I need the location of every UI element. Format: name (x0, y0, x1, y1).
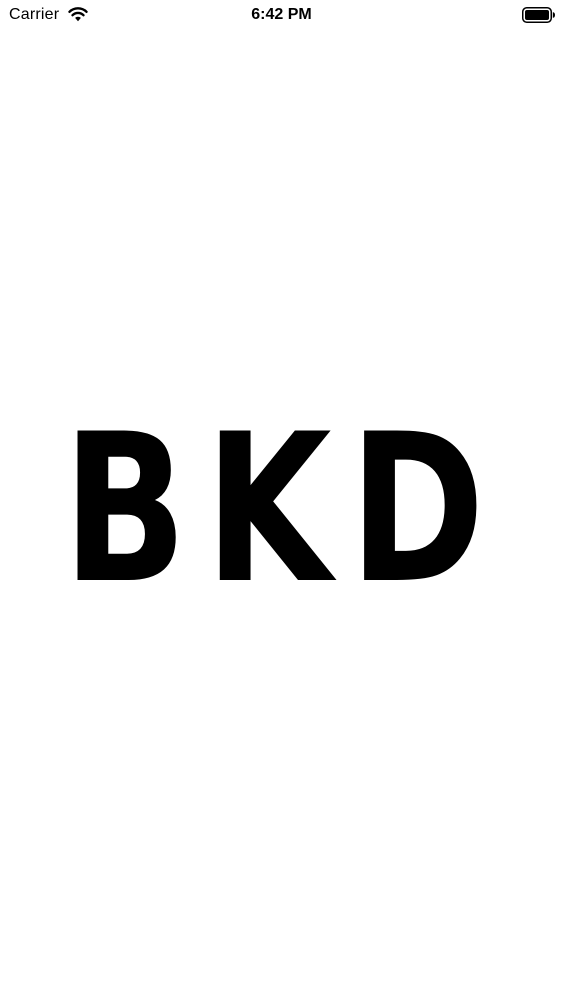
logo-text: BKD (63, 415, 503, 587)
battery-icon (522, 7, 555, 23)
status-time: 6:42 PM (251, 6, 312, 23)
status-bar: Carrier 6:42 PM (0, 0, 563, 30)
splash-logo: BKD (63, 415, 503, 587)
